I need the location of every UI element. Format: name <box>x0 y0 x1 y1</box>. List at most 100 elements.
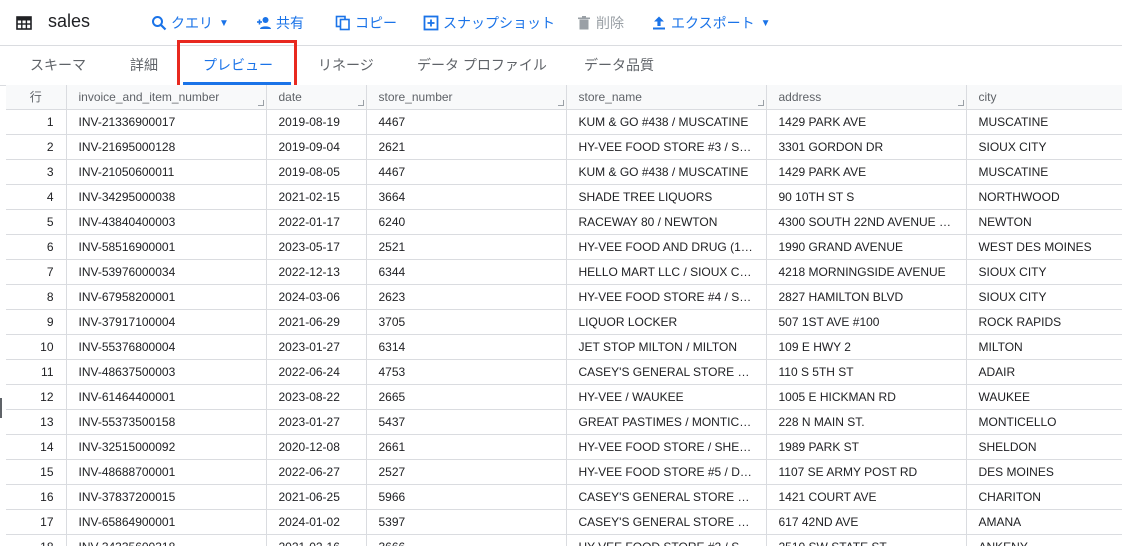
table-cell[interactable]: 507 1ST AVE #100 <box>766 309 967 335</box>
table-cell[interactable]: 5437 <box>366 409 567 435</box>
table-cell[interactable]: 1429 PARK AVE <box>766 159 967 185</box>
table-cell[interactable]: NEWTON <box>966 209 1122 235</box>
table-cell[interactable]: 3301 GORDON DR <box>766 134 967 160</box>
table-cell[interactable]: 2510 SW STATE ST <box>766 534 967 546</box>
table-cell[interactable]: INV-67958200001 <box>66 284 267 310</box>
table-cell[interactable]: 2665 <box>366 384 567 410</box>
row-number-cell[interactable]: 6 <box>6 234 67 260</box>
table-cell[interactable]: 2021-02-16 <box>266 534 367 546</box>
table-cell[interactable]: ADAIR <box>966 359 1122 385</box>
table-cell[interactable]: 2023-05-17 <box>266 234 367 260</box>
resize-handle-icon[interactable] <box>257 99 264 106</box>
tab-preview[interactable]: プレビュー <box>203 46 273 86</box>
table-row[interactable]: 8 INV-67958200001 2024-03-06 2623 HY-VEE FOO… <box>6 284 1122 310</box>
table-cell[interactable]: SIOUX CITY <box>966 284 1122 310</box>
table-cell[interactable]: INV-32515000092 <box>66 434 267 460</box>
table-cell[interactable]: 1107 SE ARMY POST RD <box>766 459 967 485</box>
table-cell[interactable]: MUSCATINE <box>966 109 1122 135</box>
table-cell[interactable]: 2022-01-17 <box>266 209 367 235</box>
row-number-cell[interactable]: 1 <box>6 109 67 135</box>
table-cell[interactable]: SIOUX CITY <box>966 134 1122 160</box>
table-row[interactable]: 1 INV-21336900017 2019-08-19 4467 KUM & GO #… <box>6 109 1122 135</box>
row-number-cell[interactable]: 7 <box>6 259 67 285</box>
column-header[interactable]: city <box>966 85 1122 110</box>
table-cell[interactable]: HY-VEE / WAUKEE <box>566 384 767 410</box>
table-cell[interactable]: 6344 <box>366 259 567 285</box>
table-row[interactable]: 10 INV-55376800004 2023-01-27 6314 JET STOP … <box>6 334 1122 360</box>
table-cell[interactable]: 3666 <box>366 534 567 546</box>
row-number-cell[interactable]: 4 <box>6 184 67 210</box>
table-row[interactable]: 11 INV-48637500003 2022-06-24 4753 CASEY'S G… <box>6 359 1122 385</box>
table-row[interactable]: 5 INV-43840400003 2022-01-17 6240 RACEWAY 80… <box>6 209 1122 235</box>
table-cell[interactable]: GREAT PASTIMES / MONTICEL… <box>566 409 767 435</box>
table-cell[interactable]: 1429 PARK AVE <box>766 109 967 135</box>
column-header[interactable]: date <box>266 85 367 110</box>
table-cell[interactable]: 5966 <box>366 484 567 510</box>
resize-handle-icon[interactable] <box>357 99 364 106</box>
table-cell[interactable]: 2521 <box>366 234 567 260</box>
table-cell[interactable]: HELLO MART LLC / SIOUX CITY <box>566 259 767 285</box>
table-cell[interactable]: 2021-06-25 <box>266 484 367 510</box>
table-cell[interactable]: INV-65864900001 <box>66 509 267 535</box>
table-cell[interactable]: AMANA <box>966 509 1122 535</box>
copy-button[interactable]: コピー <box>335 13 397 33</box>
row-number-cell[interactable]: 12 <box>6 384 67 410</box>
table-cell[interactable]: SHADE TREE LIQUORS <box>566 184 767 210</box>
table-row[interactable]: 17 INV-65864900001 2024-01-02 5397 CASEY'S G… <box>6 509 1122 535</box>
table-cell[interactable]: 2021-06-29 <box>266 309 367 335</box>
table-cell[interactable]: INV-43840400003 <box>66 209 267 235</box>
table-cell[interactable]: RACEWAY 80 / NEWTON <box>566 209 767 235</box>
table-cell[interactable]: INV-55373500158 <box>66 409 267 435</box>
table-cell[interactable]: 4300 SOUTH 22ND AVENUE E… <box>766 209 967 235</box>
table-cell[interactable]: NORTHWOOD <box>966 184 1122 210</box>
table-cell[interactable]: INV-34295000038 <box>66 184 267 210</box>
resize-handle-icon[interactable] <box>757 99 764 106</box>
row-number-cell[interactable]: 10 <box>6 334 67 360</box>
table-row[interactable]: 9 INV-37917100004 2021-06-29 3705 LIQUOR LOC… <box>6 309 1122 335</box>
table-row[interactable]: 4 INV-34295000038 2021-02-15 3664 SHADE TREE… <box>6 184 1122 210</box>
table-cell[interactable]: CASEY'S GENERAL STORE #22… <box>566 484 767 510</box>
table-cell[interactable]: MILTON <box>966 334 1122 360</box>
table-cell[interactable]: INV-48688700001 <box>66 459 267 485</box>
row-number-cell[interactable]: 13 <box>6 409 67 435</box>
table-cell[interactable]: 5397 <box>366 509 567 535</box>
table-cell[interactable]: INV-21695000128 <box>66 134 267 160</box>
table-row[interactable]: 16 INV-37837200015 2021-06-25 5966 CASEY'S G… <box>6 484 1122 510</box>
row-number-cell[interactable]: 3 <box>6 159 67 185</box>
table-cell[interactable]: 228 N MAIN ST. <box>766 409 967 435</box>
row-number-cell[interactable]: 14 <box>6 434 67 460</box>
table-row[interactable]: 15 INV-48688700001 2022-06-27 2527 HY-VEE FO… <box>6 459 1122 485</box>
table-cell[interactable]: 1989 PARK ST <box>766 434 967 460</box>
table-cell[interactable]: HY-VEE FOOD STORE #3 / SIO… <box>566 134 767 160</box>
tab-details[interactable]: 詳細 <box>130 46 158 86</box>
table-cell[interactable]: 2527 <box>366 459 567 485</box>
table-row[interactable]: 7 INV-53976000034 2022-12-13 6344 HELLO MART… <box>6 259 1122 285</box>
table-cell[interactable]: HY-VEE FOOD STORE #5 / DES … <box>566 459 767 485</box>
table-cell[interactable]: HY-VEE FOOD STORE #4 / SIO… <box>566 284 767 310</box>
table-cell[interactable]: 2023-08-22 <box>266 384 367 410</box>
table-cell[interactable]: INV-55376800004 <box>66 334 267 360</box>
row-number-cell[interactable]: 16 <box>6 484 67 510</box>
table-cell[interactable]: WEST DES MOINES <box>966 234 1122 260</box>
table-cell[interactable]: 4467 <box>366 109 567 135</box>
table-cell[interactable]: HY-VEE FOOD AND DRUG (188… <box>566 234 767 260</box>
table-cell[interactable]: 2022-12-13 <box>266 259 367 285</box>
table-cell[interactable]: JET STOP MILTON / MILTON <box>566 334 767 360</box>
table-cell[interactable]: 110 S 5TH ST <box>766 359 967 385</box>
table-cell[interactable]: ANKENY <box>966 534 1122 546</box>
table-cell[interactable]: 6240 <box>366 209 567 235</box>
table-row[interactable]: 2 INV-21695000128 2019-09-04 2621 HY-VEE FOO… <box>6 134 1122 160</box>
table-cell[interactable]: DES MOINES <box>966 459 1122 485</box>
table-cell[interactable]: CASEY'S GENERAL STORE #25… <box>566 359 767 385</box>
table-cell[interactable]: CHARITON <box>966 484 1122 510</box>
resize-handle-icon[interactable] <box>957 99 964 106</box>
column-header[interactable]: address <box>766 85 967 110</box>
table-cell[interactable]: 2022-06-24 <box>266 359 367 385</box>
table-cell[interactable]: KUM & GO #438 / MUSCATINE <box>566 159 767 185</box>
row-number-cell[interactable]: 11 <box>6 359 67 385</box>
table-cell[interactable]: 4467 <box>366 159 567 185</box>
tab-lineage[interactable]: リネージ <box>318 46 374 86</box>
table-cell[interactable]: 2024-01-02 <box>266 509 367 535</box>
table-cell[interactable]: SHELDON <box>966 434 1122 460</box>
table-cell[interactable]: 2621 <box>366 134 567 160</box>
